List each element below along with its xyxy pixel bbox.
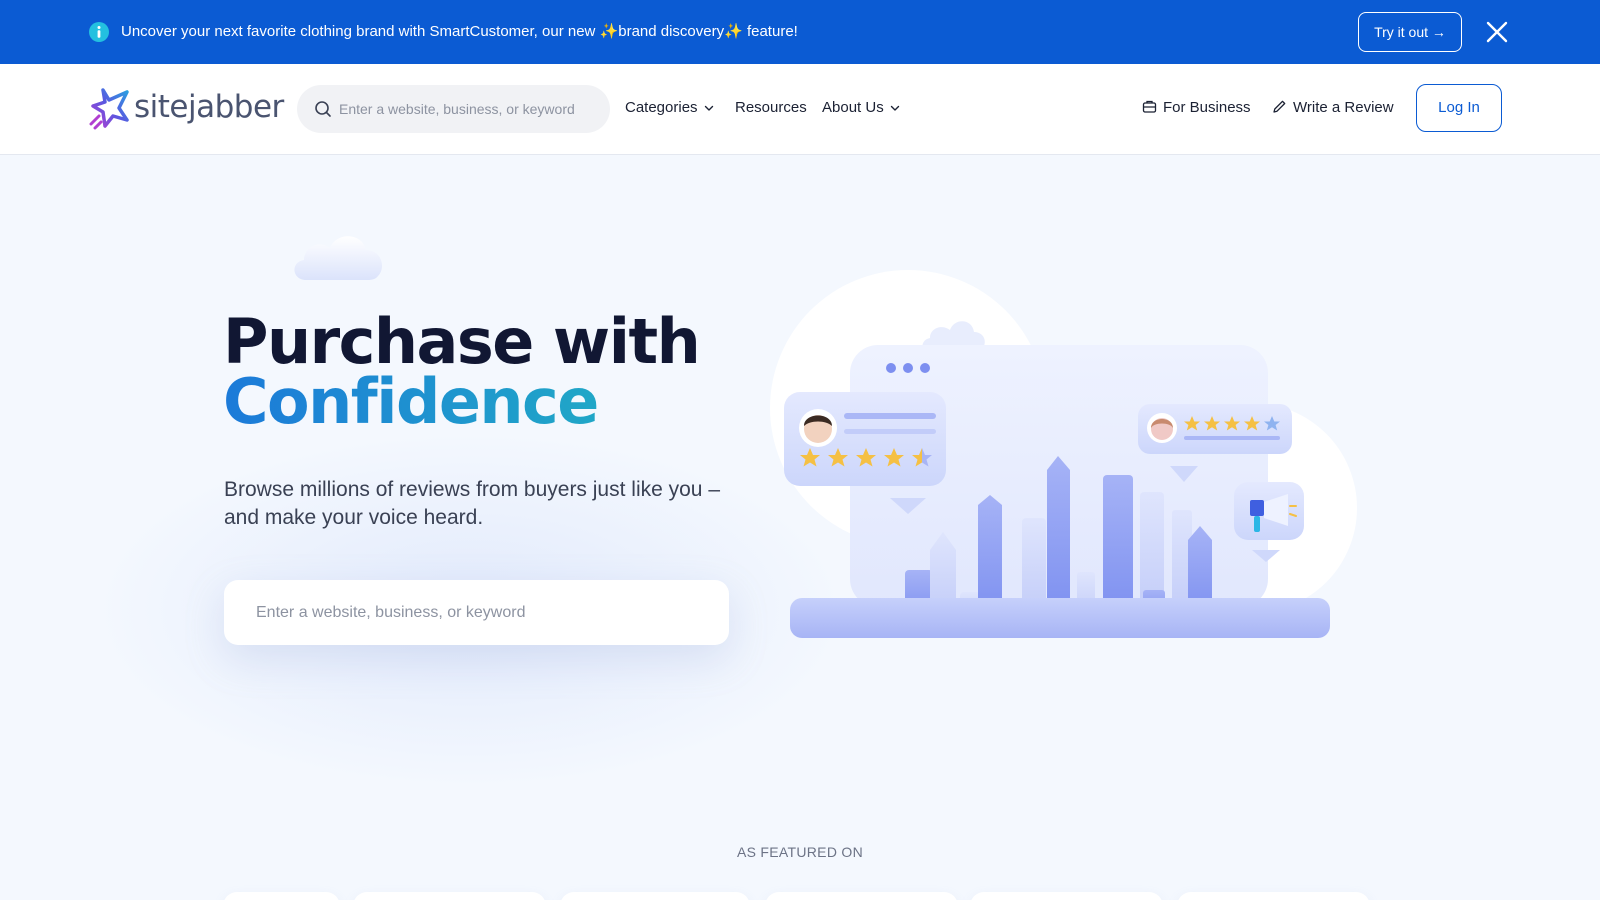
announcement-banner: Uncover your next favorite clothing bran… bbox=[0, 0, 1600, 64]
text-line bbox=[844, 413, 936, 419]
reviews-illustration bbox=[770, 270, 1357, 638]
briefcase-icon bbox=[1142, 100, 1157, 113]
search-icon bbox=[315, 101, 331, 117]
press-logo-card bbox=[970, 892, 1163, 900]
nav-about-us-label: About Us bbox=[822, 99, 884, 116]
press-logo-card bbox=[560, 892, 750, 900]
panel-dot bbox=[920, 363, 930, 373]
hero-search-box[interactable] bbox=[224, 580, 729, 645]
site-header: sitejabber Categories Resources About Us… bbox=[0, 64, 1600, 155]
hero-title-accent: Confidence bbox=[223, 365, 599, 438]
featured-label: AS FEATURED ON bbox=[736, 844, 864, 860]
cloud-decoration bbox=[294, 236, 382, 280]
banner-message: Uncover your next favorite clothing bran… bbox=[121, 23, 798, 40]
pencil-icon bbox=[1273, 100, 1286, 113]
write-review-label: Write a Review bbox=[1293, 99, 1394, 116]
header-search-bar[interactable] bbox=[297, 85, 610, 133]
nav-categories[interactable]: Categories bbox=[625, 97, 714, 119]
nav-about-us[interactable]: About Us bbox=[822, 97, 900, 119]
write-review-link[interactable]: Write a Review bbox=[1272, 97, 1394, 119]
try-it-out-button[interactable]: Try it out → bbox=[1358, 12, 1462, 52]
press-logo-card bbox=[353, 892, 546, 900]
chart-bar bbox=[1047, 456, 1070, 620]
login-button[interactable]: Log In bbox=[1416, 84, 1502, 132]
panel-dot bbox=[903, 363, 913, 373]
nav-resources[interactable]: Resources bbox=[735, 97, 807, 119]
hero-title: Purchase with bbox=[223, 305, 701, 378]
illustration-base bbox=[790, 598, 1330, 638]
chevron-down-icon bbox=[890, 105, 899, 111]
text-line bbox=[844, 429, 936, 434]
press-logo-card bbox=[765, 892, 958, 900]
chevron-down-icon bbox=[704, 105, 713, 111]
panel-dot bbox=[886, 363, 896, 373]
nav-categories-label: Categories bbox=[625, 99, 698, 116]
nav-resources-label: Resources bbox=[735, 99, 807, 116]
logo-star-icon bbox=[89, 88, 129, 130]
close-icon[interactable] bbox=[1483, 18, 1511, 46]
press-logo-card bbox=[223, 892, 340, 900]
for-business-label: For Business bbox=[1163, 99, 1251, 116]
hero-subtitle: Browse millions of reviews from buyers j… bbox=[224, 478, 721, 529]
sitejabber-logo[interactable]: sitejabber bbox=[89, 86, 284, 132]
logo-wordmark: sitejabber bbox=[134, 89, 284, 125]
text-line bbox=[1184, 436, 1280, 440]
for-business-link[interactable]: For Business bbox=[1142, 97, 1251, 119]
hero-search-input[interactable] bbox=[256, 600, 696, 626]
press-logo-card bbox=[1177, 892, 1370, 900]
info-icon bbox=[89, 22, 109, 42]
header-search-input[interactable] bbox=[339, 97, 589, 121]
